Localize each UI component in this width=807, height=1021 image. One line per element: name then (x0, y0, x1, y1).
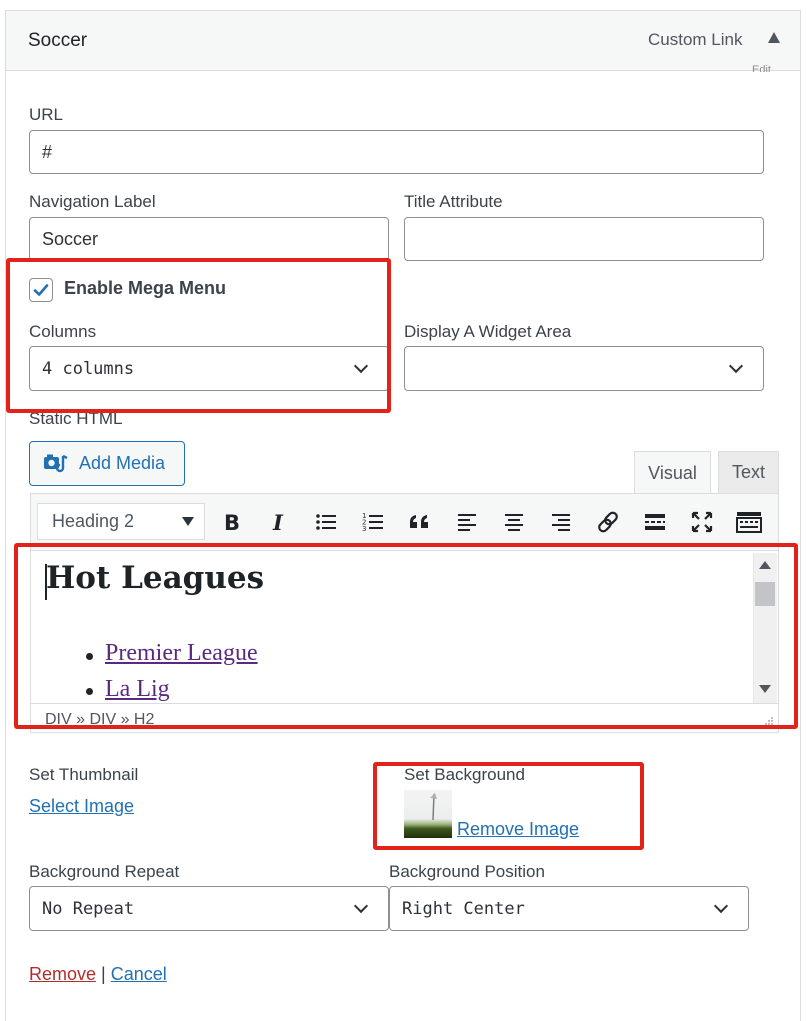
editor-path: DIV » DIV » H2 (45, 711, 155, 728)
columns-select[interactable]: 4 columns (29, 346, 389, 391)
scroll-down-icon[interactable] (759, 685, 771, 693)
tab-text[interactable]: Text (718, 451, 779, 493)
background-position-select[interactable]: Right Center (389, 886, 749, 931)
enable-mega-menu-checkbox[interactable] (29, 278, 53, 302)
bold-button[interactable]: B (214, 504, 250, 540)
align-center-button[interactable] (496, 504, 532, 540)
cancel-link[interactable]: Cancel (111, 964, 167, 984)
align-right-button[interactable] (543, 504, 579, 540)
chevron-down-icon (353, 358, 369, 373)
columns-select-value: 4 columns (42, 358, 135, 379)
toolbar-toggle-icon (736, 512, 762, 533)
svg-text:I: I (272, 511, 284, 533)
align-right-icon (552, 514, 570, 531)
align-left-icon (458, 514, 476, 531)
add-media-icon (44, 454, 68, 472)
select-image-link[interactable]: Select Image (29, 796, 134, 817)
actions-separator: | (101, 964, 106, 984)
scroll-up-icon[interactable] (759, 561, 771, 569)
align-left-button[interactable] (449, 504, 485, 540)
editor-link-premier-league[interactable]: Premier League (105, 640, 258, 667)
fullscreen-icon (691, 511, 713, 533)
editor-scrollbar[interactable] (753, 553, 777, 703)
url-label: URL (29, 105, 64, 124)
scrollbar-thumb[interactable] (755, 582, 775, 606)
background-repeat-label: Background Repeat (29, 862, 180, 881)
enable-mega-menu-label: Enable Mega Menu (64, 278, 227, 298)
edit-tooltip-peek: Edit (752, 64, 771, 72)
chevron-down-icon (713, 898, 729, 913)
editor-link-clip: La Lig (105, 676, 170, 704)
add-media-label: Add Media (79, 453, 166, 473)
italic-icon: I (272, 511, 284, 533)
link-button[interactable] (590, 504, 626, 540)
italic-button[interactable]: I (261, 504, 297, 540)
menu-item-title: Soccer (28, 30, 88, 51)
editor-path-bar: DIV » DIV » H2 (30, 703, 779, 733)
bullet-list-button[interactable] (308, 504, 344, 540)
toolbar-toggle-button[interactable] (731, 504, 767, 540)
numbered-list-icon: 1 2 3 (362, 512, 383, 533)
title-attribute-label: Title Attribute (404, 192, 503, 211)
list-bullet (86, 688, 93, 695)
tab-visual-label: Visual (648, 462, 697, 483)
text-caret (45, 564, 47, 600)
widget-area-label: Display A Widget Area (404, 322, 572, 341)
widget-area-select[interactable] (404, 346, 764, 391)
svg-text:3: 3 (362, 525, 366, 533)
format-select-value: Heading 2 (52, 511, 135, 531)
background-repeat-value: No Repeat (42, 898, 135, 919)
chevron-down-icon (353, 898, 369, 913)
align-center-icon (505, 514, 523, 531)
remove-image-link[interactable]: Remove Image (457, 819, 579, 840)
editor-link-la-liga[interactable]: La Lig (105, 676, 170, 702)
menu-item-type: Custom Link (648, 30, 743, 49)
remove-link[interactable]: Remove (29, 964, 96, 984)
tab-text-label: Text (731, 462, 765, 482)
background-preview-image (430, 793, 437, 821)
url-input[interactable]: # (29, 130, 764, 174)
tab-visual[interactable]: Visual (634, 451, 711, 494)
background-repeat-select[interactable]: No Repeat (29, 886, 389, 931)
bullet-list-icon (316, 514, 336, 530)
background-image-thumbnail (404, 790, 452, 838)
svg-text:B: B (224, 511, 240, 533)
set-background-label: Set Background (404, 765, 525, 784)
navigation-label-value: Soccer (42, 228, 99, 249)
bold-icon: B (224, 511, 240, 533)
background-position-label: Background Position (389, 862, 545, 881)
editor-heading[interactable]: Hot Leagues (46, 560, 264, 596)
read-more-icon (645, 514, 665, 530)
navigation-label-input[interactable]: Soccer (29, 217, 389, 261)
link-icon (598, 511, 618, 533)
blockquote-icon (410, 515, 428, 528)
list-bullet (86, 653, 93, 660)
navigation-label-label: Navigation Label (29, 192, 156, 211)
set-thumbnail-label: Set Thumbnail (29, 765, 139, 784)
static-html-label: Static HTML (29, 409, 123, 428)
item-actions: Remove | Cancel (29, 964, 167, 985)
url-input-value: # (42, 141, 53, 162)
resize-handle-icon[interactable] (764, 716, 774, 726)
numbered-list-button[interactable]: 1 2 3 (355, 504, 391, 540)
format-select[interactable]: Heading 2 (37, 503, 205, 540)
fullscreen-button[interactable] (684, 504, 720, 540)
caret-down-icon (182, 517, 194, 526)
columns-label: Columns (29, 322, 97, 341)
background-position-value: Right Center (402, 898, 525, 919)
chevron-down-icon (728, 358, 744, 373)
blockquote-button[interactable] (402, 504, 438, 540)
collapse-arrow-icon[interactable] (768, 32, 780, 43)
add-media-button[interactable]: Add Media (29, 441, 185, 486)
checkmark-icon (33, 284, 49, 296)
read-more-button[interactable] (637, 504, 673, 540)
title-attribute-input[interactable] (404, 217, 764, 261)
